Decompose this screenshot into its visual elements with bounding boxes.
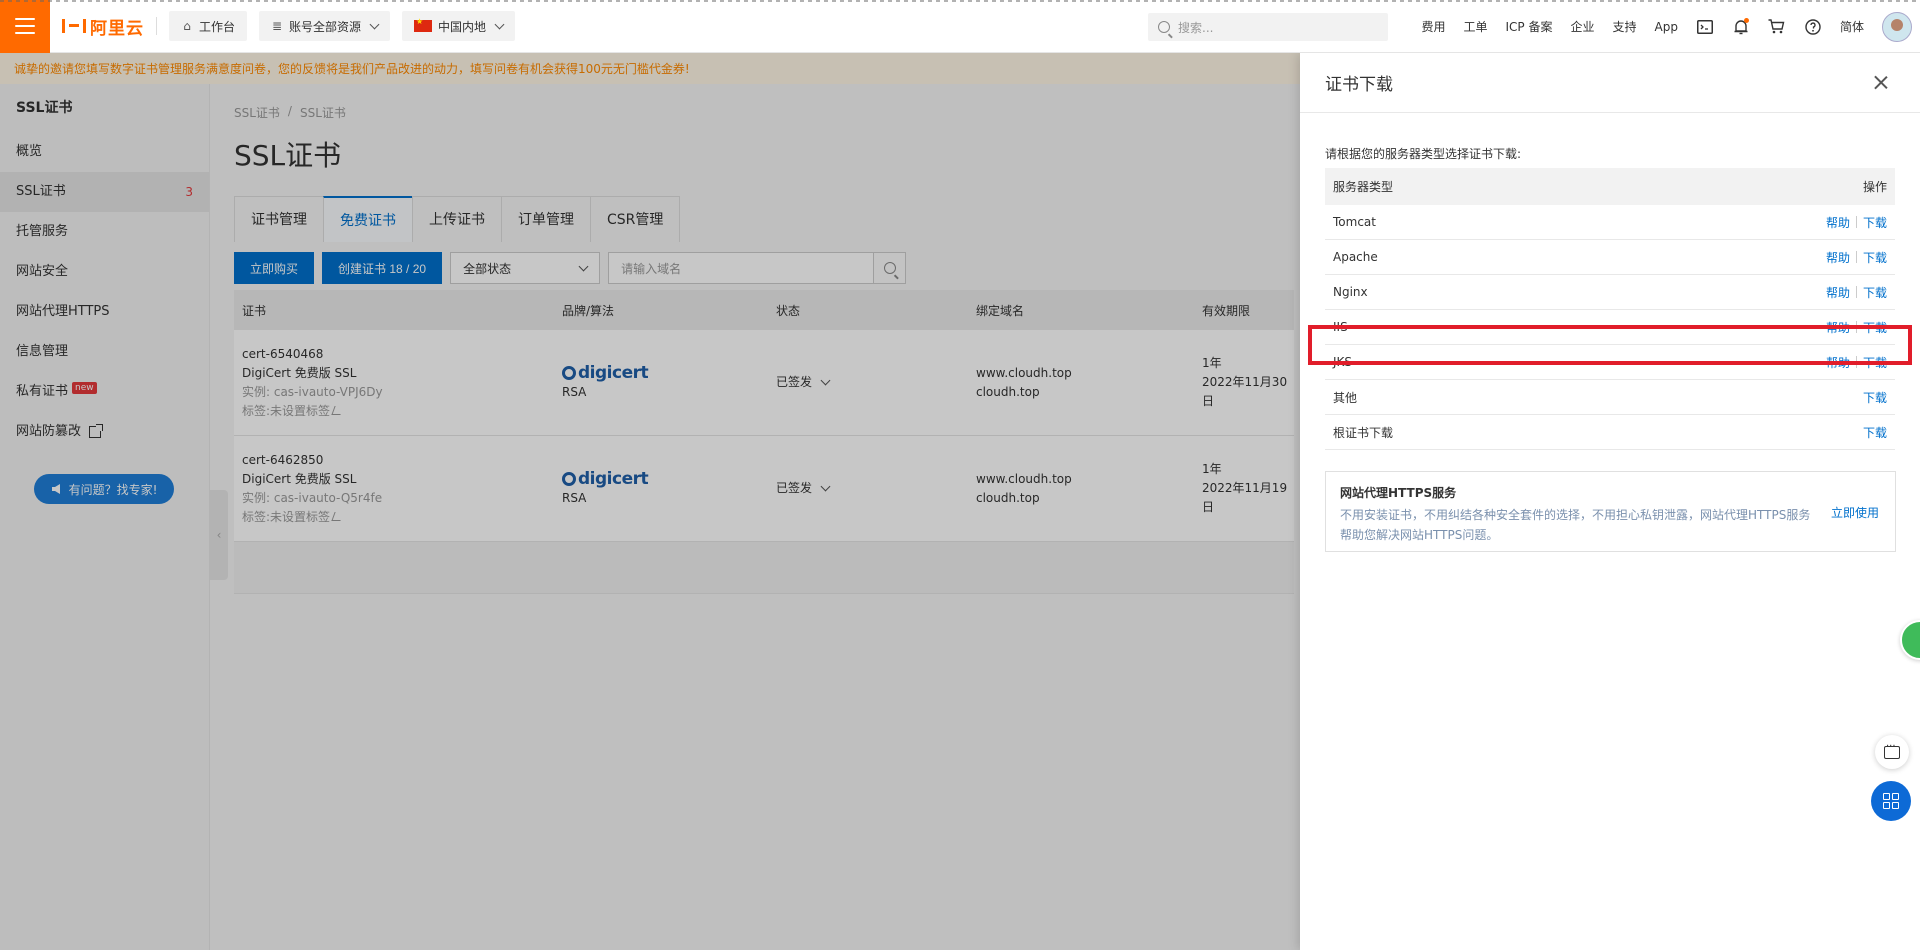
apps-button[interactable]: [1871, 781, 1911, 821]
help-icon[interactable]: [1804, 18, 1822, 36]
language-switch[interactable]: 简体: [1840, 18, 1864, 35]
server-row-apache: Apache 帮助 下载: [1325, 240, 1895, 275]
menu-button[interactable]: [0, 0, 50, 53]
https-proxy-promo: 网站代理HTTPS服务 不用安装证书，不用纠结各种安全套件的选择，不用担心私钥泄…: [1325, 471, 1896, 552]
server-type-table: 服务器类型 操作 Tomcat 帮助 下载 Apache 帮助 下载 Nginx 帮…: [1325, 168, 1895, 450]
server-row-other: 其他 下载: [1325, 380, 1895, 415]
divider: [1855, 216, 1857, 228]
download-link[interactable]: 下载: [1863, 249, 1887, 266]
divider: [1855, 251, 1857, 263]
resources-label: 账号全部资源: [289, 19, 362, 34]
workbench-button[interactable]: ⌂ 工作台: [169, 11, 248, 41]
region-dropdown[interactable]: 中国内地: [402, 11, 516, 41]
server-icon: ≣: [271, 19, 283, 33]
server-row-tomcat: Tomcat 帮助 下载: [1325, 205, 1895, 240]
server-name: 其他: [1333, 390, 1358, 405]
search-icon: [1158, 21, 1170, 33]
https-promo-text: 不用安装证书，不用纠结各种安全套件的选择，不用担心私钥泄露，网站代理HTTPS服…: [1340, 508, 1811, 542]
resources-dropdown[interactable]: ≣ 账号全部资源: [259, 11, 391, 41]
drawer-title: 证书下载: [1325, 75, 1393, 95]
region-label: 中国内地: [438, 19, 487, 34]
server-name: 根证书下载: [1333, 425, 1394, 440]
chat-button[interactable]: [1875, 735, 1909, 769]
china-flag-icon: [414, 17, 433, 32]
column-header: 服务器类型: [1333, 180, 1394, 194]
top-navbar: 阿里云 ⌂ 工作台 ≣ 账号全部资源 中国内地 搜索... 费用 工单 ICP …: [0, 0, 1920, 53]
server-row-nginx: Nginx 帮助 下载: [1325, 275, 1895, 310]
server-name: Apache: [1333, 250, 1378, 264]
download-link[interactable]: 下载: [1863, 389, 1887, 406]
link-app[interactable]: App: [1655, 20, 1678, 34]
aliyun-logo-icon: [62, 19, 86, 33]
chevron-down-icon: [494, 19, 505, 29]
nav-divider: [156, 17, 157, 35]
server-name: Tomcat: [1333, 215, 1376, 229]
server-table-header: 服务器类型 操作: [1325, 168, 1895, 205]
workbench-label: 工作台: [199, 19, 236, 34]
cart-icon[interactable]: [1768, 18, 1786, 36]
server-name: Nginx: [1333, 285, 1368, 299]
notification-dot: [1743, 17, 1749, 23]
search-placeholder: 搜索...: [1178, 20, 1214, 35]
link-support[interactable]: 支持: [1613, 18, 1637, 35]
divider: [1855, 286, 1857, 298]
help-link[interactable]: 帮助: [1826, 284, 1850, 301]
home-icon: ⌂: [183, 19, 191, 33]
column-header: 操作: [1862, 180, 1887, 194]
drawer-header: 证书下载: [1300, 53, 1920, 113]
close-icon[interactable]: [1874, 75, 1888, 89]
brand-name: 阿里云: [90, 18, 144, 39]
nginx-highlight-box: [1308, 325, 1912, 365]
use-now-link[interactable]: 立即使用: [1831, 504, 1879, 521]
global-search-input[interactable]: 搜索...: [1148, 13, 1388, 41]
link-enterprise[interactable]: 企业: [1571, 18, 1595, 35]
download-link[interactable]: 下载: [1863, 424, 1887, 441]
terminal-icon[interactable]: [1696, 18, 1714, 36]
chevron-down-icon: [369, 19, 380, 29]
link-billing[interactable]: 费用: [1421, 18, 1445, 35]
https-promo-title: 网站代理HTTPS服务: [1340, 486, 1457, 500]
download-link[interactable]: 下载: [1863, 214, 1887, 231]
cert-download-drawer: 证书下载 请根据您的服务器类型选择证书下载: 服务器类型 操作 Tomcat 帮…: [1300, 53, 1920, 950]
apps-grid-icon: [1883, 793, 1899, 809]
aliyun-logo[interactable]: 阿里云: [62, 0, 144, 53]
help-link[interactable]: 帮助: [1826, 249, 1850, 266]
server-row-root-cert: 根证书下载 下载: [1325, 415, 1895, 450]
chat-icon: [1884, 741, 1900, 759]
top-links: 费用 工单 ICP 备案 企业 支持 App 简体: [1421, 0, 1920, 53]
user-avatar[interactable]: [1882, 11, 1912, 42]
bell-icon[interactable]: [1732, 17, 1750, 36]
link-tickets[interactable]: 工单: [1464, 18, 1488, 35]
link-icp[interactable]: ICP 备案: [1506, 18, 1553, 35]
drawer-description: 请根据您的服务器类型选择证书下载:: [1325, 147, 1522, 161]
download-link[interactable]: 下载: [1863, 284, 1887, 301]
help-link[interactable]: 帮助: [1826, 214, 1850, 231]
